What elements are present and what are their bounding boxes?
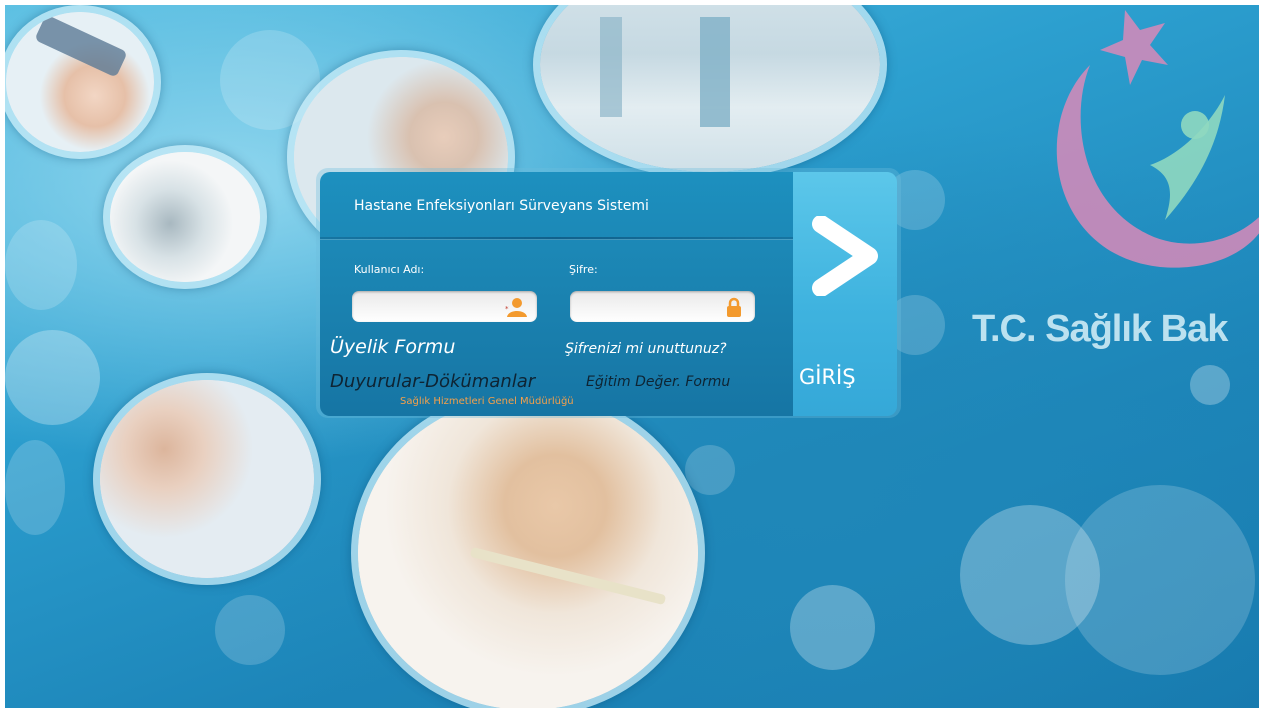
username-field[interactable]: *: [352, 291, 537, 322]
thermometer-patient-photo: [351, 389, 705, 708]
medicine-photo: [103, 145, 267, 289]
login-button[interactable]: GİRİŞ: [793, 172, 897, 416]
stethoscope-photo: [93, 373, 321, 585]
brand-text: T.C. Sağlık Bak: [972, 308, 1228, 350]
membership-form-link[interactable]: Üyelik Formu: [330, 336, 455, 358]
username-label: Kullanıcı Adı:: [354, 263, 425, 276]
bokeh-circle: [1065, 485, 1255, 675]
bokeh-circle: [1190, 365, 1230, 405]
bokeh-circle: [215, 595, 285, 665]
training-form-link[interactable]: Eğitim Değer. Formu: [586, 374, 730, 390]
chevron-right-icon: [812, 216, 878, 296]
login-button-label: GİRİŞ: [799, 365, 856, 389]
username-input[interactable]: [358, 295, 502, 319]
glucometer-photo: [5, 5, 161, 159]
directorate-link[interactable]: Sağlık Hizmetleri Genel Müdürlüğü: [400, 396, 574, 407]
svg-text:*: *: [505, 305, 509, 313]
bokeh-circle: [790, 585, 875, 670]
ministry-logo: [1056, 10, 1259, 268]
title-divider: [320, 237, 793, 240]
password-label: Şifre:: [569, 263, 598, 276]
password-field[interactable]: [570, 291, 755, 322]
lock-icon: [727, 297, 741, 317]
bokeh-circle: [5, 440, 65, 535]
forgot-password-link[interactable]: Şifrenizi mi unuttunuz?: [565, 341, 727, 357]
password-input[interactable]: [576, 295, 720, 319]
bokeh-circle: [5, 220, 77, 310]
hospital-ward-photo: [533, 5, 887, 179]
announcements-link[interactable]: Duyurular-Dökümanlar: [330, 371, 535, 392]
bokeh-circle: [5, 330, 100, 425]
panel-title: Hastane Enfeksiyonları Sürveyans Sistemi: [354, 198, 649, 214]
user-icon: *: [505, 298, 527, 317]
